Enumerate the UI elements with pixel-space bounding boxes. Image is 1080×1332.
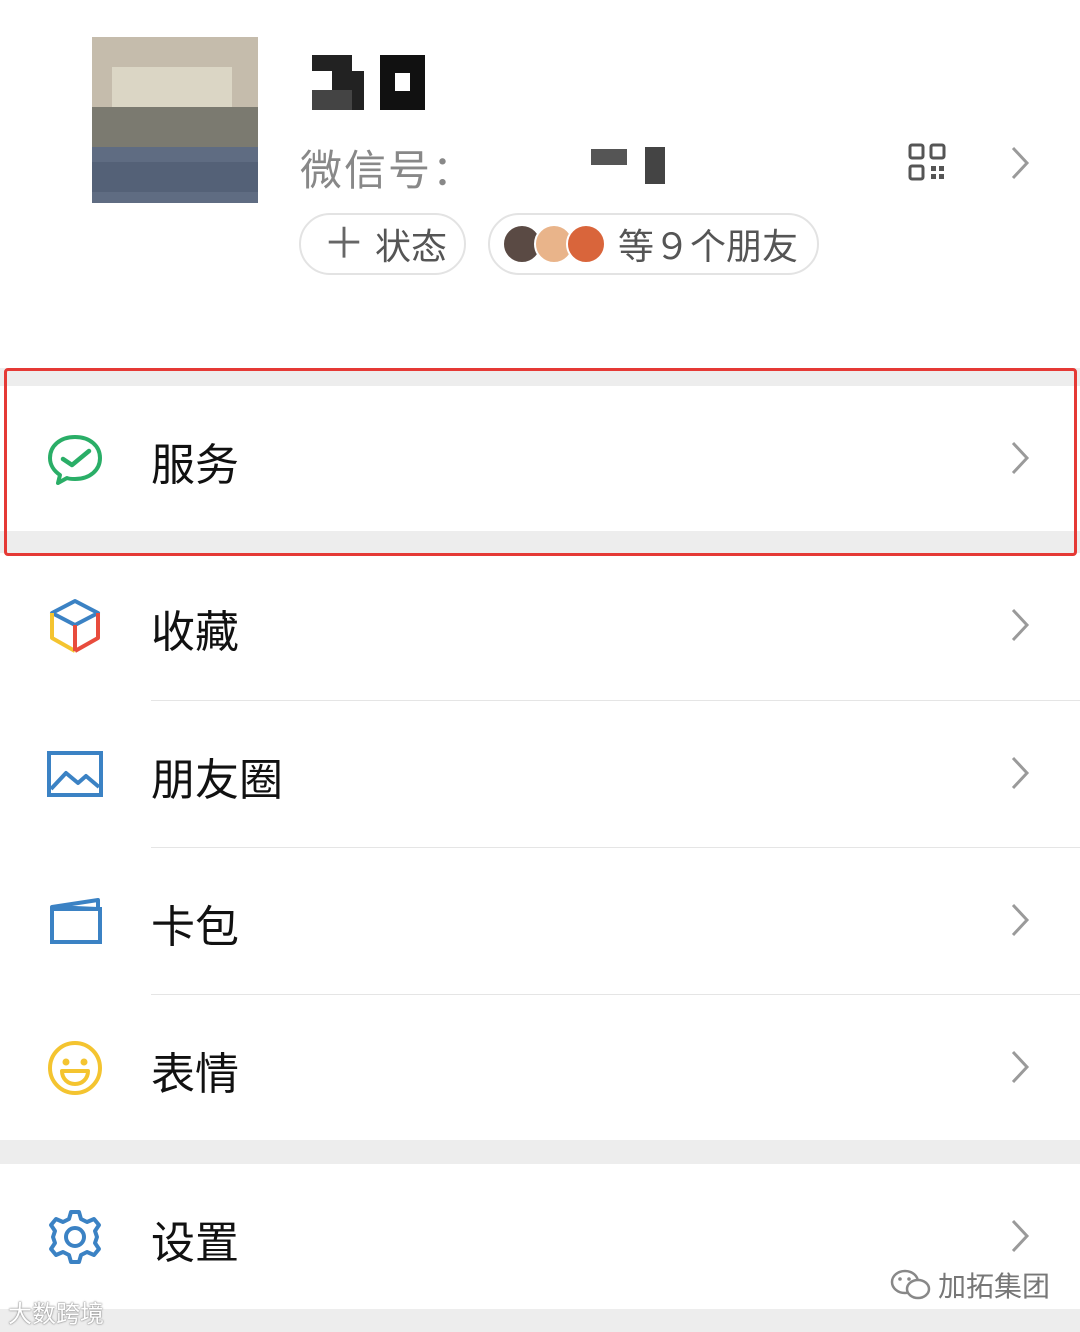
section-separator: [0, 1309, 1080, 1332]
profile-header[interactable]: 微信号： ＋ 状态 等９个朋友: [0, 0, 1080, 368]
wallet-icon: [50, 898, 102, 944]
menu-item-label: 卡包: [151, 902, 239, 953]
section-separator: [0, 1140, 1080, 1164]
watermark-left-text: 大数跨境: [8, 1300, 104, 1328]
menu-item-cards[interactable]: 卡包: [0, 848, 1080, 993]
chevron-right-icon: [1011, 756, 1030, 790]
cube-icon: [50, 599, 100, 653]
gear-icon: [49, 1210, 101, 1264]
menu-item-label: 设置: [151, 1218, 239, 1269]
friend-avatars: [502, 222, 612, 266]
menu-item-label: 服务: [151, 440, 239, 491]
section-separator: [0, 368, 1080, 386]
chevron-right-icon: [1011, 1050, 1030, 1084]
qr-code-icon[interactable]: [908, 143, 946, 181]
chevron-right-icon: [1011, 441, 1030, 475]
menu-item-label: 表情: [151, 1049, 239, 1100]
image-icon: [47, 751, 103, 797]
wechat-id-label: 微信号：: [300, 146, 477, 195]
wechat-id-redacted: [645, 147, 665, 184]
menu-item-services[interactable]: 服务: [0, 386, 1080, 531]
menu-item-favorites[interactable]: 收藏: [0, 553, 1080, 698]
chevron-right-icon: [1011, 608, 1030, 642]
menu-item-moments[interactable]: 朋友圈: [0, 701, 1080, 846]
menu-item-label: 收藏: [151, 607, 239, 658]
plus-icon: ＋: [323, 219, 366, 268]
watermark-left: 大数跨境: [8, 1294, 104, 1329]
user-nickname-redacted: [312, 55, 425, 110]
menu-item-stickers[interactable]: 表情: [0, 995, 1080, 1140]
chevron-right-icon[interactable]: [1010, 145, 1030, 181]
friends-pill-label: 等９个朋友: [618, 227, 799, 268]
watermark-right-text: 加拓集团: [938, 1270, 1051, 1303]
friends-status-pill[interactable]: 等９个朋友: [488, 213, 819, 275]
wechat-logo-icon: [890, 1269, 931, 1300]
status-label: 状态: [375, 227, 448, 268]
chevron-right-icon: [1011, 1219, 1030, 1253]
section-separator: [0, 531, 1080, 553]
add-status-button[interactable]: ＋ 状态: [299, 213, 466, 275]
friend-avatar: [566, 224, 606, 264]
wechat-id-redacted: [591, 149, 627, 165]
menu-item-label: 朋友圈: [151, 755, 283, 806]
wechat-pay-check-icon: [48, 435, 102, 485]
user-avatar[interactable]: [92, 37, 258, 203]
smiley-icon: [48, 1041, 102, 1095]
chevron-right-icon: [1011, 903, 1030, 937]
watermark-right: 加拓集团: [890, 1265, 1050, 1305]
